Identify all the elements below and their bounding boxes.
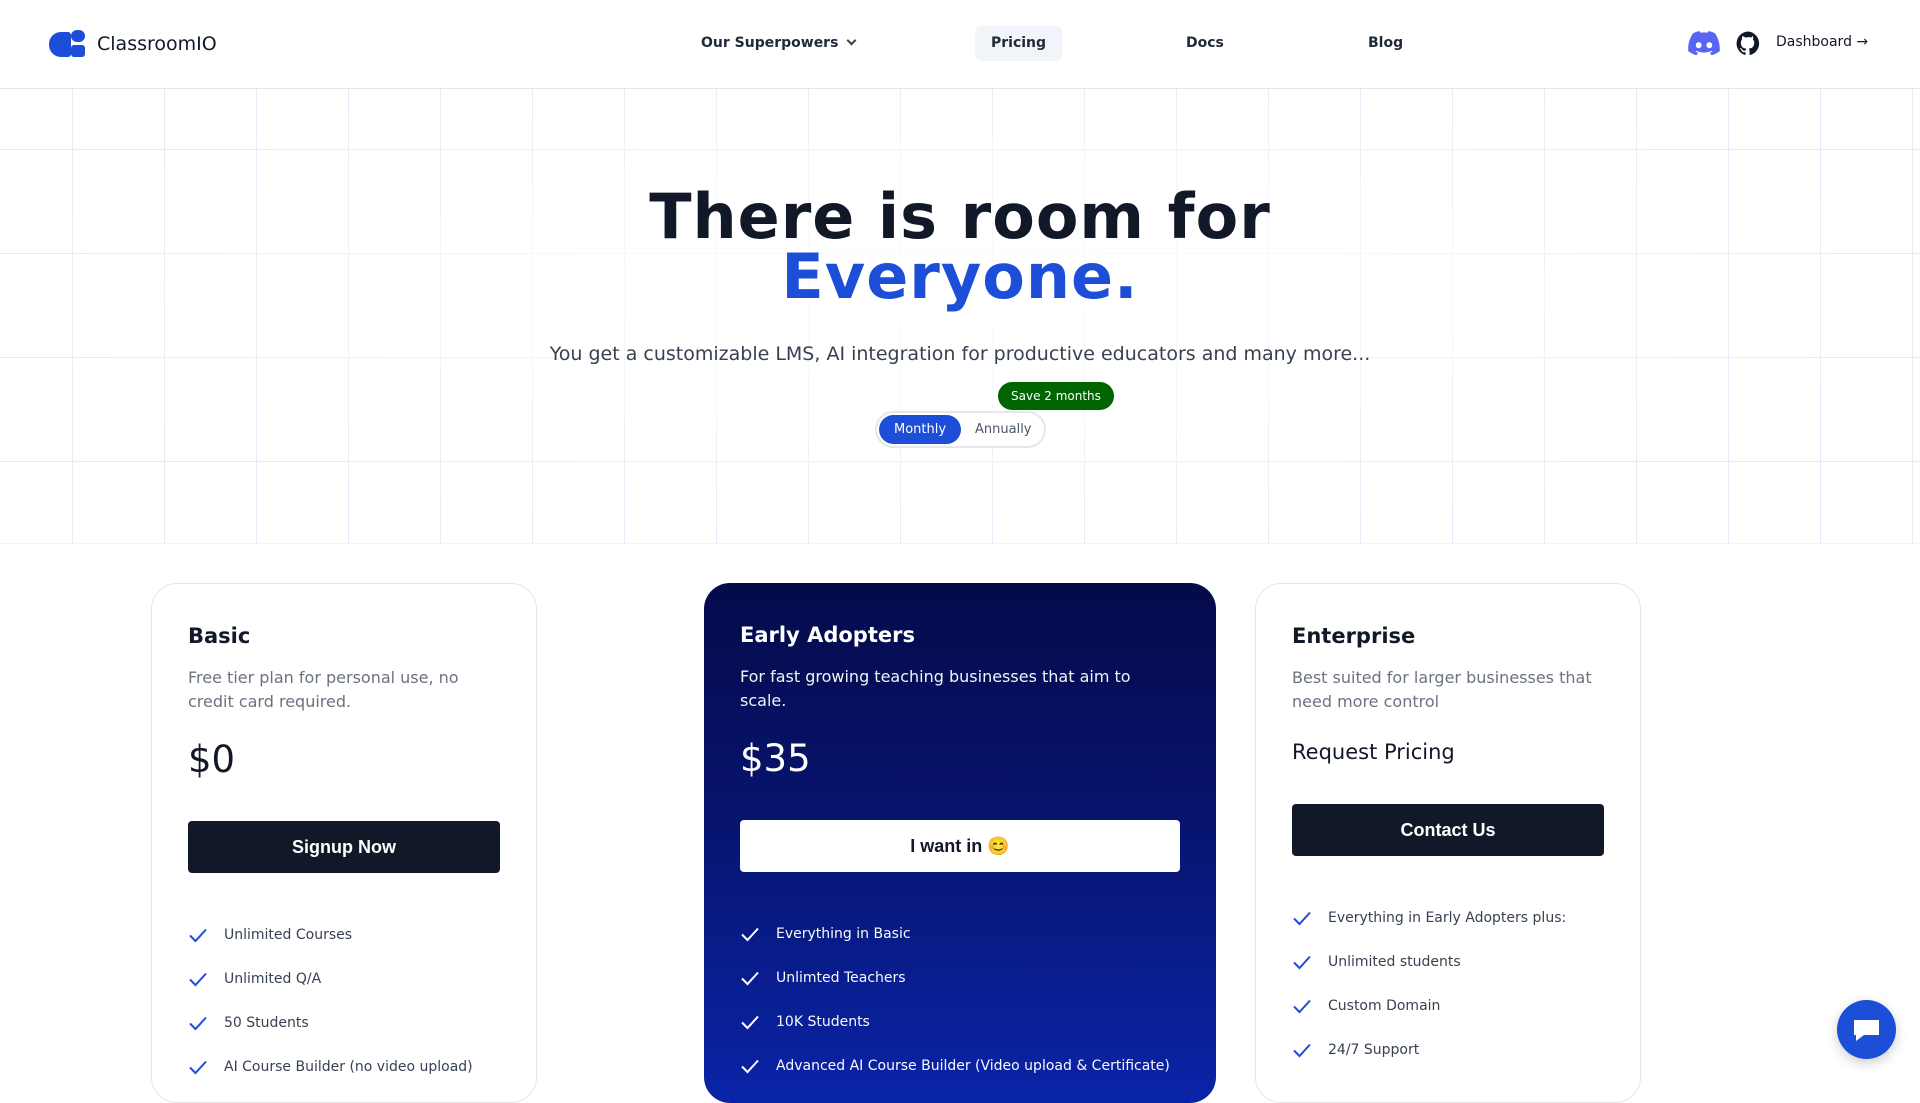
hero-title: There is room for Everyone.	[0, 186, 1920, 313]
feature-item: Custom Domain	[1292, 984, 1604, 1028]
feature-item: 50 Students	[188, 1001, 500, 1045]
toggle-annually[interactable]: Annually	[960, 415, 1047, 444]
dashboard-link[interactable]: Dashboard →	[1776, 34, 1868, 50]
check-icon	[741, 927, 759, 942]
logo-icon	[49, 30, 87, 58]
check-icon	[189, 972, 207, 987]
feature-item: Unlimited students	[1292, 940, 1604, 984]
chevron-down-icon	[846, 35, 857, 46]
billing-period-toggle[interactable]: Monthly Annually	[875, 411, 1046, 448]
plan-description: Best suited for larger businesses that n…	[1292, 668, 1592, 711]
chat-widget-button[interactable]	[1837, 1000, 1896, 1059]
brand-logo[interactable]: ClassroomIO	[49, 30, 217, 58]
feature-item: Unlimited Courses	[188, 913, 500, 957]
feature-item: Advanced AI Course Builder (Video upload…	[740, 1044, 1180, 1088]
feature-list: Everything in Basic Unlimted Teachers 10…	[740, 912, 1180, 1088]
feature-list: Everything in Early Adopters plus: Unlim…	[1292, 896, 1604, 1072]
feature-item: AI Course Builder (no video upload)	[188, 1045, 500, 1089]
feature-list: Unlimited Courses Unlimited Q/A 50 Stude…	[188, 913, 500, 1089]
check-icon	[1293, 911, 1311, 926]
nav-blog-link[interactable]: Blog	[1352, 26, 1419, 61]
feature-item: Unlimited Q/A	[188, 957, 500, 1001]
plan-card-basic: Basic Free tier plan for personal use, n…	[151, 583, 537, 1103]
hero-title-accent: Everyone.	[781, 240, 1139, 313]
discord-icon[interactable]	[1688, 31, 1720, 57]
github-icon[interactable]	[1736, 31, 1761, 56]
chat-bubble-icon	[1854, 1020, 1879, 1041]
plan-name: Enterprise	[1292, 624, 1416, 648]
plan-card-early-adopters: Early Adopters For fast growing teaching…	[704, 583, 1216, 1103]
check-icon	[741, 1059, 759, 1074]
plan-name: Basic	[188, 624, 251, 648]
plan-price: $0	[188, 738, 236, 781]
nav-pricing-link[interactable]: Pricing	[975, 26, 1063, 61]
plan-name: Early Adopters	[740, 623, 915, 647]
toggle-monthly[interactable]: Monthly	[879, 415, 962, 444]
brand-name: ClassroomIO	[97, 33, 217, 55]
nav-docs-link[interactable]: Docs	[1170, 26, 1240, 61]
check-icon	[189, 1016, 207, 1031]
nav-superpowers-label: Our Superpowers	[701, 35, 839, 51]
hero-subtitle: You get a customizable LMS, AI integrati…	[549, 343, 1371, 365]
feature-item: Everything in Early Adopters plus:	[1292, 896, 1604, 940]
feature-item: Everything in Basic	[740, 912, 1180, 956]
check-icon	[1293, 955, 1311, 970]
plan-card-enterprise: Enterprise Best suited for larger busine…	[1255, 583, 1641, 1103]
plan-description: For fast growing teaching businesses tha…	[740, 667, 1131, 710]
feature-item: Unlimted Teachers	[740, 956, 1180, 1000]
contact-us-button[interactable]: Contact Us	[1292, 804, 1604, 856]
i-want-in-button[interactable]: I want in 😊	[740, 820, 1180, 872]
plan-price: Request Pricing	[1292, 740, 1455, 764]
feature-item: 24/7 Support	[1292, 1028, 1604, 1072]
plan-description: Free tier plan for personal use, no cred…	[188, 668, 459, 711]
check-icon	[1293, 1043, 1311, 1058]
check-icon	[741, 1015, 759, 1030]
save-badge: Save 2 months	[998, 382, 1114, 410]
check-icon	[189, 928, 207, 943]
top-navbar: ClassroomIO Our Superpowers Pricing Docs…	[0, 0, 1920, 89]
check-icon	[741, 971, 759, 986]
signup-now-button[interactable]: Signup Now	[188, 821, 500, 873]
plan-price: $35	[740, 737, 811, 780]
feature-item: 10K Students	[740, 1000, 1180, 1044]
hero-section: There is room for Everyone. You get a cu…	[0, 89, 1920, 544]
nav-superpowers-menu[interactable]: Our Superpowers	[685, 26, 871, 61]
check-icon	[1293, 999, 1311, 1014]
check-icon	[189, 1060, 207, 1075]
